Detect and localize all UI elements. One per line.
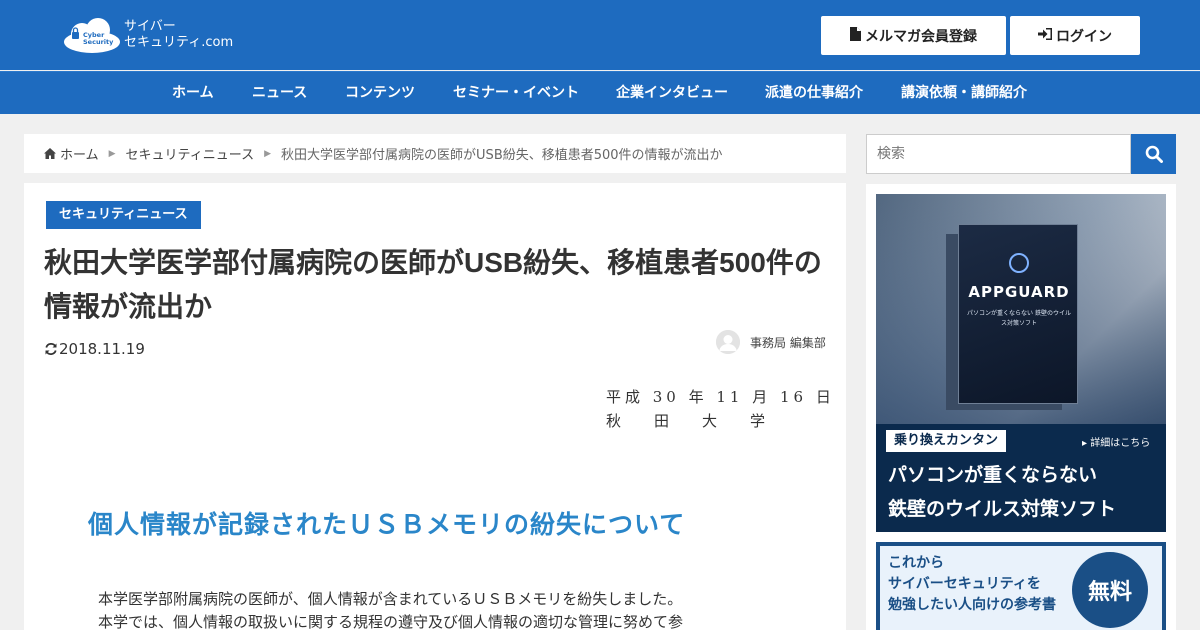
search-form [866, 134, 1176, 174]
nav-item-news[interactable]: ニュース [252, 72, 307, 115]
doc-date: 平成 30 年 11 月 16 日 [606, 388, 835, 406]
nav-item-seminars[interactable]: セミナー・イベント [453, 72, 579, 115]
login-label: ログイン [1056, 28, 1112, 45]
refresh-icon [44, 342, 58, 356]
ebook-banner[interactable]: これから サイバーセキュリティを 勉強したい人向けの参考書 無料 [876, 542, 1166, 630]
banner-details-link[interactable]: ▸ 詳細はこちら [1082, 434, 1150, 449]
newsletter-signup-button[interactable]: メルマガ会員登録 [821, 16, 1006, 55]
appguard-banner[interactable]: APPGUARD パソコンが重くならない 鉄壁のウイルス対策ソフト 乗り換えカン… [876, 194, 1166, 532]
search-button[interactable] [1131, 134, 1176, 174]
main-nav: ホーム ニュース コンテンツ セミナー・イベント 企業インタビュー 派遣の仕事紹… [0, 71, 1200, 114]
doc-heading: 個人情報が記録されたＵＳＢメモリの紛失について [88, 510, 686, 539]
search-input[interactable] [866, 134, 1131, 174]
home-icon [44, 148, 56, 159]
breadcrumb-current: 秋田大学医学部付属病院の医師がUSB紛失、移植患者500件の情報が流出か [281, 148, 723, 163]
ad2-line2: サイバーセキュリティを [888, 576, 1041, 592]
caret-right-icon: ▶ [264, 148, 272, 159]
article-date: 2018.11.19 [44, 340, 145, 358]
breadcrumb-home[interactable]: ホーム [60, 144, 99, 163]
sign-in-icon [1038, 27, 1052, 44]
nav-item-jobs[interactable]: 派遣の仕事紹介 [765, 72, 863, 115]
doc-org: 秋田大学 [606, 412, 799, 430]
author-name: 事務局 編集部 [750, 335, 826, 350]
product-box: APPGUARD パソコンが重くならない 鉄壁のウイルス対策ソフト [958, 224, 1078, 404]
free-badge-text: 無料 [1087, 580, 1132, 605]
nav-item-lectures[interactable]: 講演依頼・講師紹介 [901, 72, 1027, 115]
doc-line1: 本学医学部附属病院の医師が、個人情報が含まれているＵＳＢメモリを紛失しました。 [98, 590, 683, 608]
breadcrumb-section[interactable]: セキュリティニュース [126, 144, 255, 163]
box-label: APPGUARD [968, 283, 1070, 301]
author[interactable]: 事務局 編集部 [716, 330, 826, 354]
category-label[interactable]: セキュリティニュース [46, 201, 201, 229]
login-button[interactable]: ログイン [1010, 16, 1140, 55]
newsletter-label: メルマガ会員登録 [865, 28, 977, 45]
avatar [716, 330, 740, 354]
logo-line1: サイバー [124, 19, 176, 34]
doc-body: 本学医学部附属病院の医師が、個人情報が含まれているＵＳＢメモリを紛失しました。 … [98, 588, 798, 630]
logo-line2: セキュリティ.com [124, 35, 234, 50]
document-icon [850, 26, 861, 45]
cloud-logo-icon: Cyber Security [62, 16, 122, 54]
breadcrumb: ホーム ▶ セキュリティニュース ▶ 秋田大学医学部付属病院の医師がUSB紛失、… [24, 134, 846, 173]
doc-line2: 本学では、個人情報の取扱いに関する規程の遵守及び個人情報の適切な管理に努めて参 [98, 613, 684, 630]
nav-item-contents[interactable]: コンテンツ [345, 72, 415, 115]
banner-tag: 乗り換えカンタン [886, 430, 1007, 452]
banner-line1: パソコンが重くならない [888, 464, 1098, 486]
nav-item-home[interactable]: ホーム [172, 72, 214, 115]
article-title: 秋田大学医学部付属病院の医師がUSB紛失、移植患者500件の情報が流出か [44, 247, 822, 322]
ad2-line3: 勉強したい人向けの参考書 [888, 597, 1056, 613]
logo-badge: Cyber Security [83, 31, 114, 46]
search-icon [1145, 145, 1163, 163]
free-badge: 無料 [1072, 552, 1148, 628]
ad2-line1: これから [888, 555, 944, 571]
article: セキュリティニュース 秋田大学医学部付属病院の医師がUSB紛失、移植患者500件… [24, 183, 846, 630]
banner-line2: 鉄壁のウイルス対策ソフト [888, 498, 1117, 520]
sidebar: APPGUARD パソコンが重くならない 鉄壁のウイルス対策ソフト 乗り換えカン… [866, 184, 1176, 630]
site-header: Cyber Security サイバー セキュリティ.com メルマガ会員登録 … [0, 0, 1200, 70]
site-logo[interactable]: Cyber Security サイバー セキュリティ.com [62, 14, 242, 56]
press-release-image: 平成 30 年 11 月 16 日 秋田大学 個人情報が記録されたＵＳＢメモリの… [24, 378, 846, 630]
date-text: 2018.11.19 [59, 340, 145, 358]
nav-item-interviews[interactable]: 企業インタビュー [616, 72, 728, 115]
appguard-logo-icon [1009, 253, 1029, 273]
caret-right-icon: ▶ [108, 148, 116, 159]
box-sub: パソコンが重くならない 鉄壁のウイルス対策ソフト [967, 310, 1071, 327]
